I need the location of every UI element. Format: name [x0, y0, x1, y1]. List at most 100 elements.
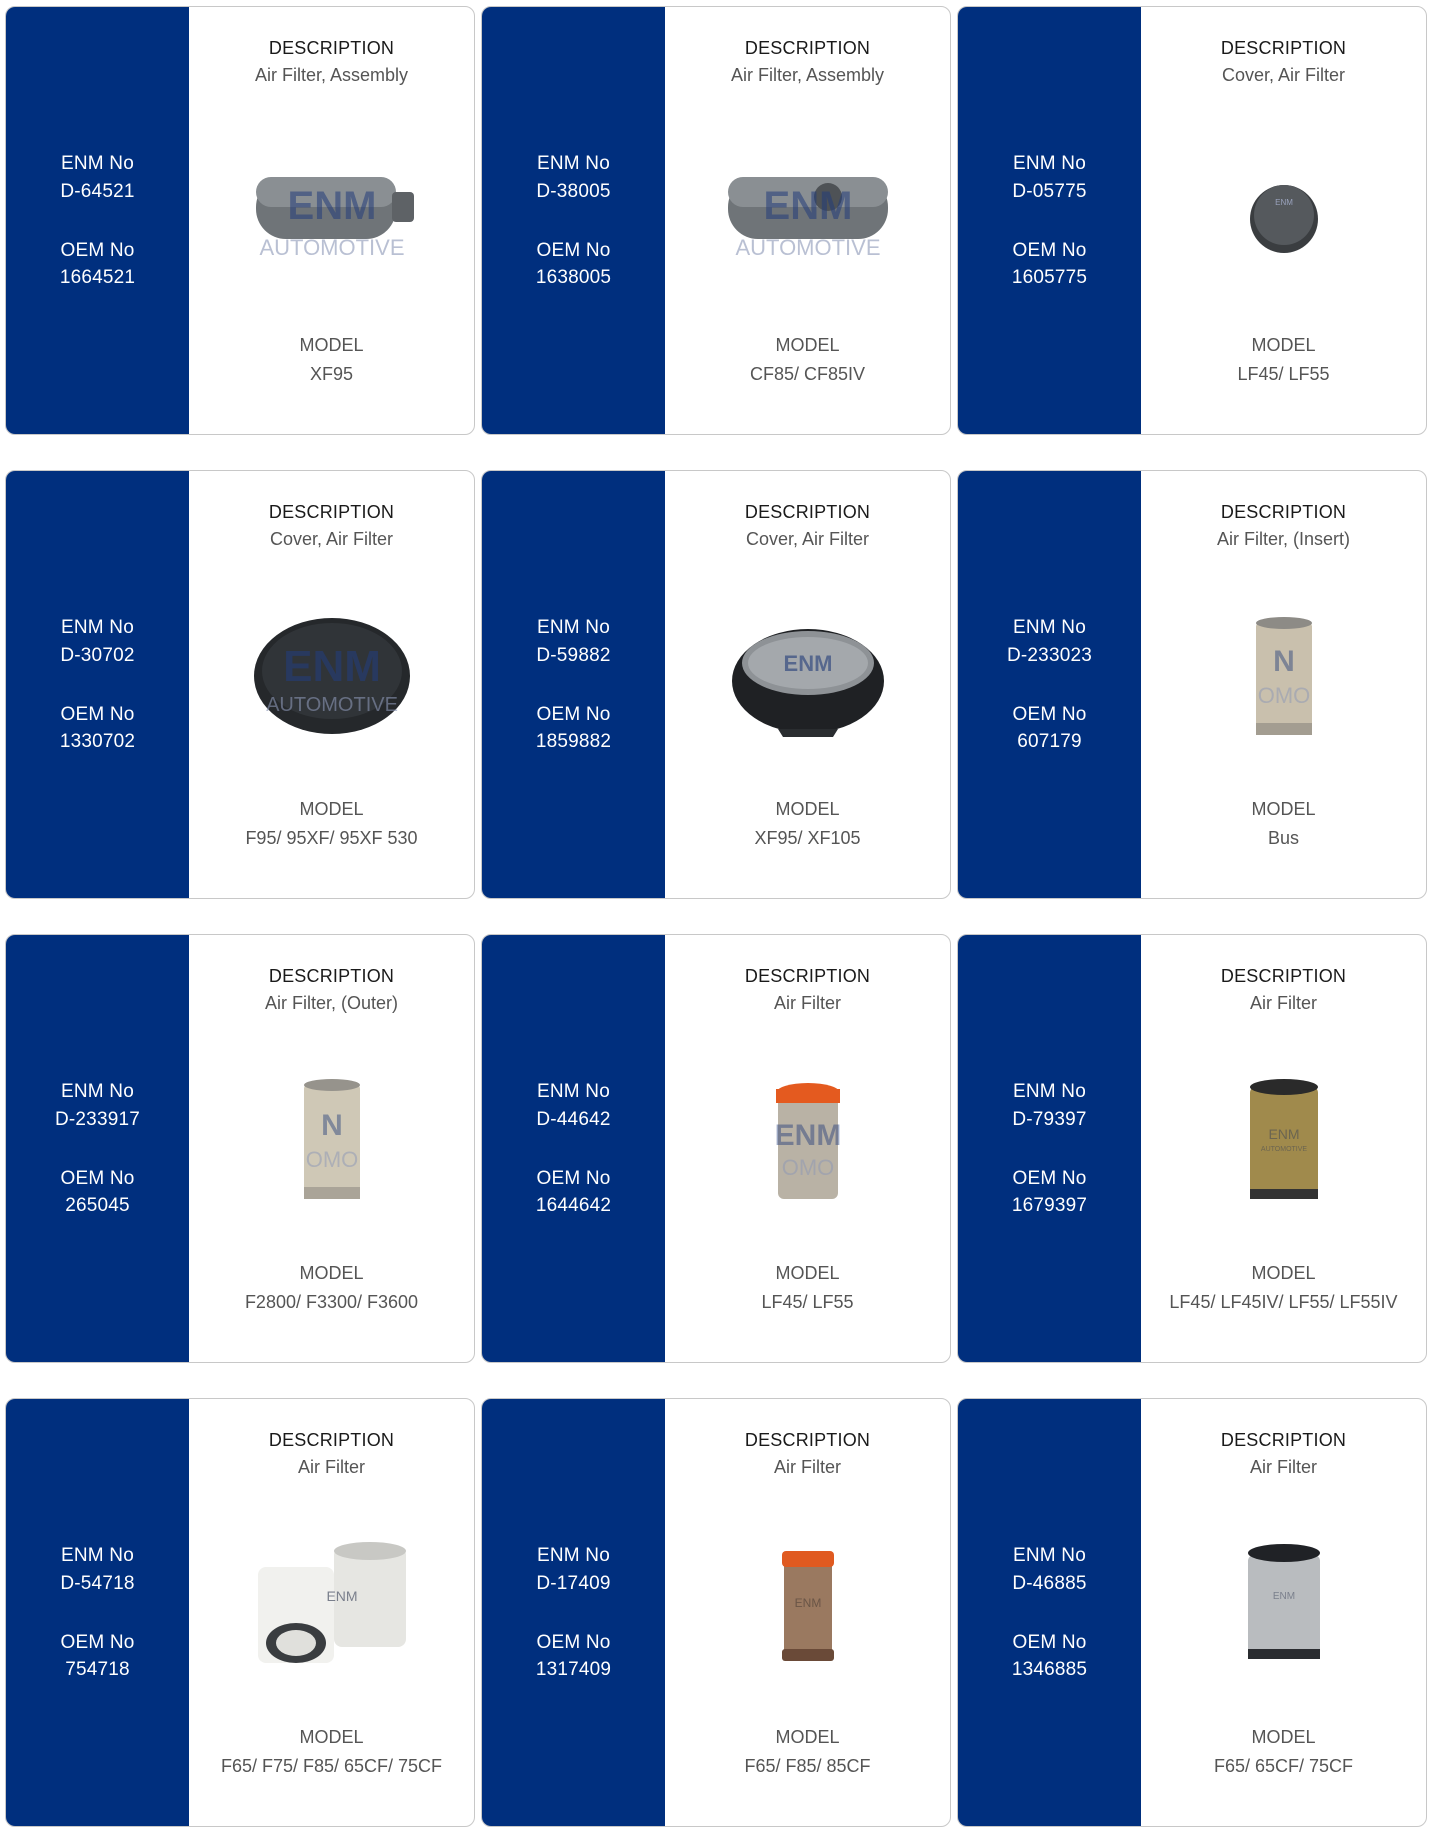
- product-card[interactable]: ENM No D-59882 OEM No 1859882 DESCRIPTIO…: [481, 470, 951, 899]
- model-label: MODEL: [299, 1727, 364, 1747]
- model-value: XF95/ XF105: [754, 828, 861, 848]
- product-card[interactable]: ENM No D-64521 OEM No 1664521 DESCRIPTIO…: [5, 6, 475, 435]
- enm-number: D-64521: [60, 181, 135, 202]
- model-value: F65/ F75/ F85/ 65CF/ 75CF: [220, 1756, 443, 1776]
- model-label: MODEL: [299, 799, 364, 819]
- oem-label: OEM No: [60, 704, 135, 725]
- oem-number: 1317409: [535, 1659, 612, 1680]
- orange-cap-filter-icon[interactable]: ENM OMO: [718, 1075, 898, 1205]
- model-label: MODEL: [775, 1727, 840, 1747]
- product-card[interactable]: ENM No D-38005 OEM No 1638005 DESCRIPTIO…: [481, 6, 951, 435]
- svg-text:ENM: ENM: [1272, 1591, 1294, 1602]
- product-grid: ENM No D-64521 OEM No 1664521 DESCRIPTIO…: [5, 6, 1427, 1827]
- description-label: DESCRIPTION: [268, 1430, 395, 1450]
- cylinder-filter-icon[interactable]: N OMO: [242, 1075, 422, 1205]
- model-label: MODEL: [299, 1263, 364, 1283]
- model-value: F65/ 65CF/ 75CF: [1213, 1756, 1354, 1776]
- enm-label: ENM No: [61, 1081, 134, 1102]
- svg-text:ENM: ENM: [1268, 1126, 1299, 1142]
- product-card[interactable]: ENM No D-233023 OEM No 607179 DESCRIPTIO…: [957, 470, 1427, 899]
- mesh-filter-icon[interactable]: ENM AUTOMOTIVE: [1194, 1075, 1374, 1205]
- card-sidebar: ENM No D-64521 OEM No 1664521: [6, 7, 189, 434]
- description-value: Air Filter: [1250, 993, 1317, 1013]
- card-details: DESCRIPTION Air Filter ENM OMO MODEL LF4…: [665, 935, 950, 1362]
- model-label: MODEL: [1251, 335, 1316, 355]
- card-sidebar: ENM No D-38005 OEM No 1638005: [482, 7, 665, 434]
- enm-number: D-30702: [60, 645, 135, 666]
- enm-label: ENM No: [537, 1081, 610, 1102]
- air-filter-assembly-icon[interactable]: ENM AUTOMOTIVE: [242, 147, 422, 277]
- enm-number: D-233917: [54, 1109, 141, 1130]
- oval-cover-icon[interactable]: ENM AUTOMOTIVE: [242, 611, 422, 741]
- oem-number: 607179: [1017, 731, 1082, 752]
- model-label: MODEL: [1251, 799, 1316, 819]
- description-value: Air Filter: [1250, 1457, 1317, 1477]
- svg-text:AUTOMOTIVE: AUTOMOTIVE: [266, 694, 398, 716]
- product-card[interactable]: ENM No D-79397 OEM No 1679397 DESCRIPTIO…: [957, 934, 1427, 1363]
- description-label: DESCRIPTION: [1220, 502, 1347, 522]
- oem-label: OEM No: [60, 1632, 135, 1653]
- oem-number: 1330702: [59, 731, 136, 752]
- oem-label: OEM No: [1012, 1632, 1087, 1653]
- enm-label: ENM No: [1013, 1545, 1086, 1566]
- enm-number: D-59882: [536, 645, 611, 666]
- oem-number: 1605775: [1011, 267, 1088, 288]
- air-filter-assembly-icon[interactable]: ENM AUTOMOTIVE: [718, 147, 898, 277]
- description-value: Air Filter, (Outer): [264, 993, 398, 1013]
- product-card[interactable]: ENM No D-46885 OEM No 1346885 DESCRIPTIO…: [957, 1398, 1427, 1827]
- svg-text:OMO: OMO: [305, 1147, 358, 1172]
- model-value: LF45/ LF55: [761, 1292, 854, 1312]
- oem-label: OEM No: [1012, 1168, 1087, 1189]
- description-label: DESCRIPTION: [268, 502, 395, 522]
- metal-filter-icon[interactable]: ENM: [1194, 1539, 1374, 1669]
- oem-number: 1346885: [1011, 1659, 1088, 1680]
- enm-label: ENM No: [61, 1545, 134, 1566]
- description-value: Cover, Air Filter: [745, 529, 870, 549]
- card-details: DESCRIPTION Air Filter, Assembly ENM AUT…: [665, 7, 950, 434]
- card-sidebar: ENM No D-44642 OEM No 1644642: [482, 935, 665, 1362]
- description-label: DESCRIPTION: [268, 966, 395, 986]
- oem-label: OEM No: [1012, 240, 1087, 261]
- svg-text:AUTOMOTIVE: AUTOMOTIVE: [1260, 1146, 1306, 1153]
- product-card[interactable]: ENM No D-17409 OEM No 1317409 DESCRIPTIO…: [481, 1398, 951, 1827]
- description-label: DESCRIPTION: [744, 38, 871, 58]
- filter-pair-icon[interactable]: ENM: [242, 1539, 422, 1669]
- enm-label: ENM No: [61, 617, 134, 638]
- product-card[interactable]: ENM No D-54718 OEM No 754718 DESCRIPTION…: [5, 1398, 475, 1827]
- cylinder-filter-icon[interactable]: N OMO: [1194, 611, 1374, 741]
- card-sidebar: ENM No D-233023 OEM No 607179: [958, 471, 1141, 898]
- model-value: Bus: [1267, 828, 1300, 848]
- enm-number: D-38005: [536, 181, 611, 202]
- oem-number: 1679397: [1011, 1195, 1088, 1216]
- oem-label: OEM No: [536, 704, 611, 725]
- round-cap-icon[interactable]: ENM: [1194, 147, 1374, 277]
- enm-number: D-44642: [536, 1109, 611, 1130]
- oem-number: 265045: [65, 1195, 130, 1216]
- card-details: DESCRIPTION Air Filter ENM MODEL F65/ F7…: [189, 1399, 474, 1826]
- card-sidebar: ENM No D-30702 OEM No 1330702: [6, 471, 189, 898]
- card-details: DESCRIPTION Cover, Air Filter ENM MODEL …: [665, 471, 950, 898]
- enm-number: D-17409: [536, 1573, 611, 1594]
- model-label: MODEL: [299, 335, 364, 355]
- card-sidebar: ENM No D-05775 OEM No 1605775: [958, 7, 1141, 434]
- card-sidebar: ENM No D-59882 OEM No 1859882: [482, 471, 665, 898]
- enm-number: D-79397: [1012, 1109, 1087, 1130]
- svg-text:ENM: ENM: [326, 1588, 357, 1604]
- product-card[interactable]: ENM No D-233917 OEM No 265045 DESCRIPTIO…: [5, 934, 475, 1363]
- description-value: Air Filter, Assembly: [730, 65, 885, 85]
- svg-text:OMO: OMO: [1257, 683, 1310, 708]
- product-card[interactable]: ENM No D-05775 OEM No 1605775 DESCRIPTIO…: [957, 6, 1427, 435]
- description-value: Air Filter, Assembly: [254, 65, 409, 85]
- model-label: MODEL: [775, 799, 840, 819]
- enm-label: ENM No: [61, 153, 134, 174]
- description-value: Air Filter: [298, 1457, 365, 1477]
- oem-label: OEM No: [536, 1168, 611, 1189]
- orange-cap-filter-icon[interactable]: ENM: [718, 1539, 898, 1669]
- dome-cover-icon[interactable]: ENM: [718, 611, 898, 741]
- svg-text:OMO: OMO: [781, 1155, 834, 1180]
- model-value: LF45/ LF55: [1237, 364, 1330, 384]
- product-card[interactable]: ENM No D-30702 OEM No 1330702 DESCRIPTIO…: [5, 470, 475, 899]
- product-card[interactable]: ENM No D-44642 OEM No 1644642 DESCRIPTIO…: [481, 934, 951, 1363]
- description-value: Air Filter, (Insert): [1216, 529, 1350, 549]
- description-value: Air Filter: [774, 993, 841, 1013]
